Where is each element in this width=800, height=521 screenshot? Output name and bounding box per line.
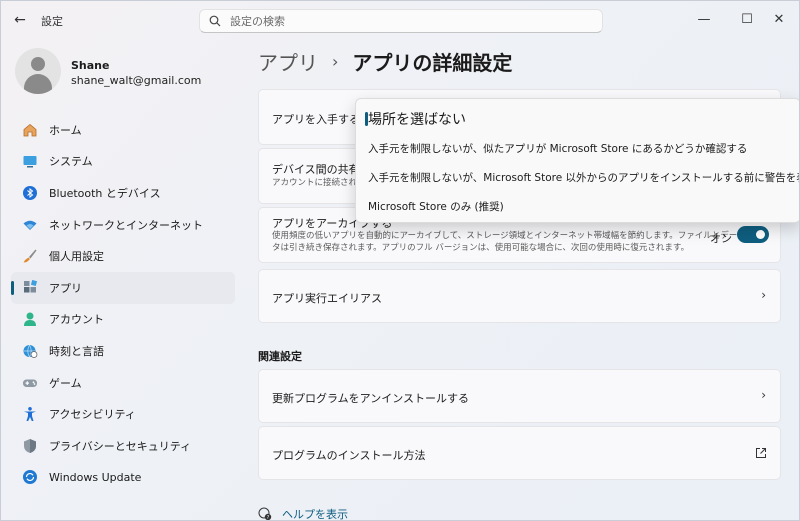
sidebar-item-accessibility[interactable]: アクセシビリティ: [11, 398, 235, 430]
app-execution-aliases-card[interactable]: アプリ実行エイリアス ›: [258, 269, 781, 323]
uninstall-updates-card[interactable]: 更新プログラムをアンインストールする ›: [258, 369, 781, 423]
sidebar-item-label: ゲーム: [49, 376, 82, 390]
title-bar: ← 設定 — ☐ ✕: [1, 1, 799, 39]
uninstall-updates-label: 更新プログラムをアンインストールする: [272, 392, 470, 405]
apps-icon: [21, 279, 39, 297]
minimize-icon: —: [697, 11, 711, 27]
breadcrumb-parent[interactable]: アプリ: [258, 47, 318, 76]
user-name: Shane: [71, 59, 110, 72]
avatar: [15, 48, 61, 94]
sidebar-item-label: 個人用設定: [49, 250, 104, 264]
sidebar-item-system[interactable]: システム: [11, 146, 235, 178]
bluetooth-icon: [21, 184, 39, 202]
gamepad-icon: [21, 374, 39, 392]
device-share-description: アカウントに接続されて: [272, 178, 366, 188]
globe-clock-icon: [21, 342, 39, 360]
how-to-install-card[interactable]: プログラムのインストール方法: [258, 426, 781, 480]
sidebar-item-apps[interactable]: アプリ: [11, 271, 235, 304]
update-icon: [21, 468, 39, 486]
external-link-icon: [756, 448, 766, 458]
search-box[interactable]: [199, 9, 603, 33]
maximize-icon: ☐: [741, 11, 753, 27]
how-to-install-label: プログラムのインストール方法: [272, 449, 426, 462]
system-icon: [21, 152, 39, 170]
page-title: アプリの詳細設定: [352, 51, 513, 75]
chevron-right-icon: ›: [761, 288, 766, 302]
maximize-button[interactable]: ☐: [732, 9, 762, 29]
shield-icon: [21, 437, 39, 455]
sidebar-item-label: アカウント: [49, 313, 104, 327]
user-email: shane_walt@gmail.com: [71, 74, 202, 87]
brush-icon: [21, 247, 39, 265]
back-arrow-icon: ←: [14, 12, 26, 28]
app-execution-aliases-label: アプリ実行エイリアス: [272, 292, 382, 305]
sidebar-item-label: アクセシビリティ: [49, 408, 136, 422]
dropdown-option-anywhere-notify[interactable]: 入手元を制限しないが、似たアプリが Microsoft Store にあるかどう…: [368, 141, 747, 156]
device-share-label: デバイス間の共有: [272, 163, 360, 176]
home-icon: [21, 121, 39, 139]
toggle-knob: [756, 230, 765, 239]
sidebar-item-gaming[interactable]: ゲーム: [11, 367, 235, 399]
breadcrumb: アプリ › アプリの詳細設定: [258, 47, 512, 76]
sidebar-item-accounts[interactable]: アカウント: [11, 304, 235, 336]
help-link-row[interactable]: ? ヘルプを表示: [258, 506, 348, 521]
sidebar-item-label: システム: [49, 155, 93, 169]
sidebar-item-time-language[interactable]: 時刻と言語: [11, 335, 235, 367]
account-icon: [21, 310, 39, 328]
dropdown-option-store-only[interactable]: Microsoft Store のみ (推奨): [368, 199, 504, 214]
archive-apps-toggle[interactable]: [737, 226, 769, 243]
dropdown-option-anywhere[interactable]: 場所を選ばない: [368, 109, 466, 129]
search-input[interactable]: [230, 13, 590, 30]
archive-apps-description-line2: タは引き続き保存されます。アプリのフル バージョンは、使用可能な場合に、次回の使…: [272, 243, 690, 253]
help-link[interactable]: ヘルプを表示: [282, 506, 348, 520]
sidebar-item-label: 時刻と言語: [49, 344, 104, 358]
install-source-dropdown: 場所を選ばない 入手元を制限しないが、似たアプリが Microsoft Stor…: [355, 98, 799, 223]
sidebar-nav: ホーム システム Bluetooth とデバイス ネットワークとインターネット …: [11, 114, 235, 493]
search-icon: [209, 15, 221, 27]
settings-window: ← 設定 — ☐ ✕ Shane shane_walt@gmail.com: [0, 0, 800, 521]
accessibility-icon: [21, 405, 39, 423]
archive-toggle-state: オン: [710, 232, 732, 245]
wifi-icon: [21, 216, 39, 234]
svg-text:?: ?: [267, 515, 270, 521]
minimize-button[interactable]: —: [689, 9, 719, 29]
back-button[interactable]: ←: [9, 10, 31, 30]
sidebar-item-label: ホーム: [49, 123, 82, 137]
sidebar-item-personalization[interactable]: 個人用設定: [11, 240, 235, 272]
sidebar-item-windows-update[interactable]: Windows Update: [11, 462, 235, 494]
related-settings-heading: 関連設定: [258, 350, 302, 363]
sidebar-item-bluetooth[interactable]: Bluetooth とデバイス: [11, 177, 235, 209]
close-icon: ✕: [773, 11, 785, 27]
sidebar-item-label: プライバシーとセキュリティ: [49, 439, 192, 453]
sidebar-item-home[interactable]: ホーム: [11, 114, 235, 146]
sidebar-item-network[interactable]: ネットワークとインターネット: [11, 209, 235, 241]
chevron-right-icon: ›: [761, 388, 766, 402]
help-icon: ?: [258, 507, 272, 521]
sidebar-item-label: アプリ: [49, 281, 82, 295]
breadcrumb-separator-icon: ›: [332, 52, 339, 71]
sidebar-item-label: Bluetooth とデバイス: [49, 186, 161, 200]
app-title: 設定: [41, 15, 63, 28]
sidebar-item-privacy[interactable]: プライバシーとセキュリティ: [11, 430, 235, 462]
sidebar-item-label: Windows Update: [49, 470, 142, 484]
archive-apps-description-line1: 使用頻度の低いアプリを自動的にアーカイブして、ストレージ領域とインターネット帯域…: [272, 231, 738, 241]
sidebar-item-label: ネットワークとインターネット: [49, 218, 203, 232]
dropdown-option-anywhere-warn[interactable]: 入手元を制限しないが、Microsoft Store 以外からのアプリをインスト…: [368, 170, 799, 185]
close-button[interactable]: ✕: [764, 9, 794, 29]
